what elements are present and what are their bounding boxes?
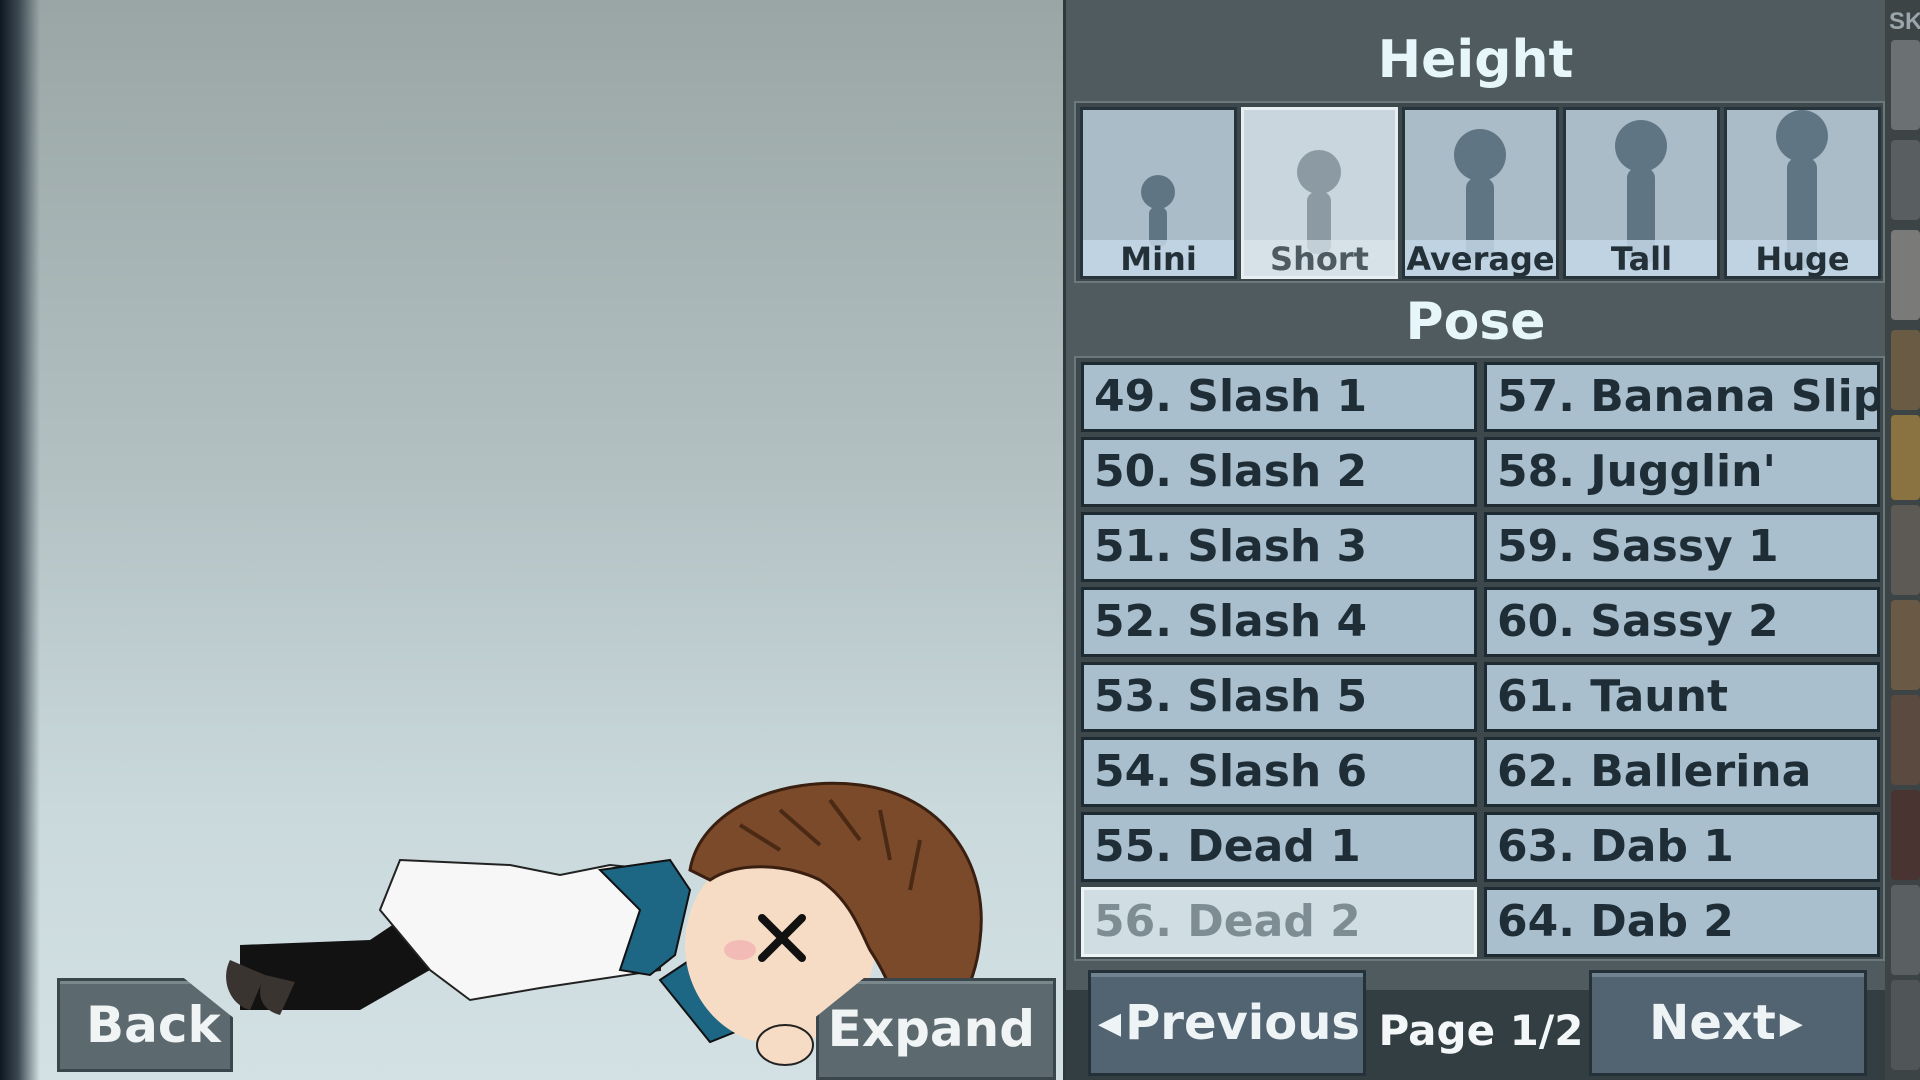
height-option-label: Huge [1727,240,1878,276]
next-page-button[interactable]: Next ▶ [1589,970,1867,1076]
height-option-label: Tall [1566,240,1717,276]
previous-label: Previous [1125,995,1360,1051]
pose-item[interactable]: 49. Slash 1 [1081,362,1477,432]
character-stage: Back Expand [0,0,1063,1080]
swatch[interactable] [1891,885,1920,975]
page-indicator: Page 1/2 [1378,1006,1584,1055]
height-selector: Mini Short Average Tall Huge [1074,101,1885,283]
pose-item-selected[interactable]: 56. Dead 2 [1081,887,1477,957]
expand-button[interactable]: Expand [816,978,1056,1080]
customization-panel: Height Mini Short Average Tall Huge Pose… [1063,0,1888,1080]
swatch[interactable] [1891,790,1920,880]
swatch[interactable] [1891,695,1920,785]
pose-item[interactable]: 63. Dab 1 [1484,812,1880,882]
pose-item[interactable]: 54. Slash 6 [1081,737,1477,807]
stage-edge-shadow [0,0,40,1080]
height-option-label: Short [1244,240,1395,276]
swatch[interactable] [1891,980,1920,1070]
height-option-huge[interactable]: Huge [1724,107,1881,279]
pose-item[interactable]: 50. Slash 2 [1081,437,1477,507]
pose-item[interactable]: 61. Taunt [1484,662,1880,732]
pose-item[interactable]: 64. Dab 2 [1484,887,1880,957]
pose-item[interactable]: 52. Slash 4 [1081,587,1477,657]
pose-title: Pose [1405,292,1546,352]
height-option-tall[interactable]: Tall [1563,107,1720,279]
back-button[interactable]: Back [57,978,233,1072]
adjacent-panel-strip: SK [1885,0,1920,1080]
pose-list: 49. Slash 1 57. Banana Slip 50. Slash 2 … [1074,356,1885,961]
pose-item[interactable]: 59. Sassy 1 [1484,512,1880,582]
strip-label: SK [1889,8,1920,35]
swatch[interactable] [1891,415,1920,500]
pose-item[interactable]: 53. Slash 5 [1081,662,1477,732]
pagination-bar: ◀ Previous Page 1/2 Next ▶ [1066,970,1888,1080]
pose-item[interactable]: 57. Banana Slip [1484,362,1880,432]
previous-page-button[interactable]: ◀ Previous [1088,970,1366,1076]
height-title: Height [1377,30,1574,90]
pose-item[interactable]: 62. Ballerina [1484,737,1880,807]
height-option-short[interactable]: Short [1241,107,1398,279]
pose-item[interactable]: 58. Jugglin' [1484,437,1880,507]
swatch[interactable] [1891,600,1920,690]
swatch[interactable] [1891,230,1920,320]
height-option-label: Average [1405,240,1556,278]
height-option-average[interactable]: Average [1402,107,1559,279]
swatch[interactable] [1891,505,1920,595]
pose-item[interactable]: 55. Dead 1 [1081,812,1477,882]
pose-item[interactable]: 51. Slash 3 [1081,512,1477,582]
next-label: Next [1649,995,1776,1051]
height-option-mini[interactable]: Mini [1080,107,1237,279]
swatch[interactable] [1891,140,1920,220]
arrow-left-icon: ◀ [1098,1005,1122,1041]
swatch[interactable] [1891,40,1920,130]
swatch[interactable] [1891,330,1920,410]
pose-item[interactable]: 60. Sassy 2 [1484,587,1880,657]
arrow-right-icon: ▶ [1779,1005,1803,1041]
height-option-label: Mini [1083,240,1234,276]
